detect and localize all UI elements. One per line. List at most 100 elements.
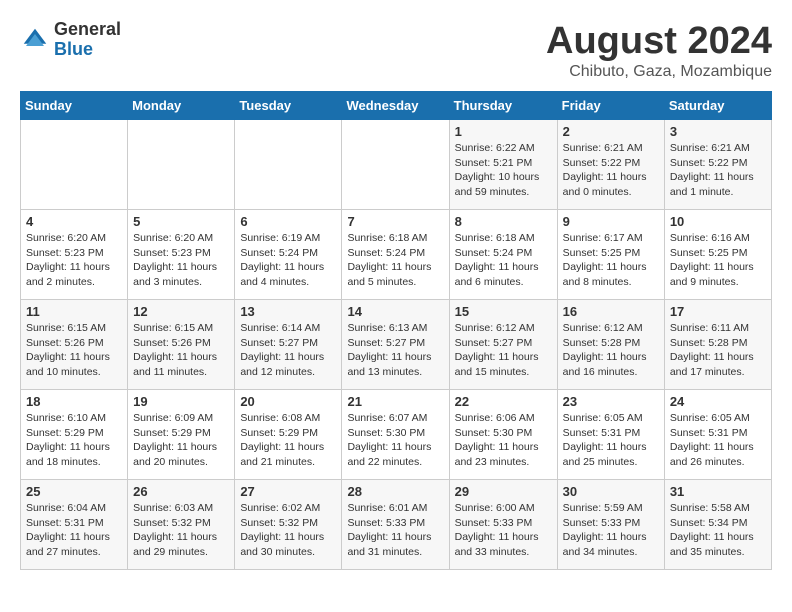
calendar-cell: 15 Sunrise: 6:12 AM Sunset: 5:27 PM Dayli…: [449, 300, 557, 390]
day-number: 15: [455, 304, 552, 319]
calendar-cell: 2Sunrise: 6:21 AM Sunset: 5:22 PM Daylig…: [557, 120, 664, 210]
day-number: 4: [26, 214, 122, 229]
calendar-cell: 9 Sunrise: 6:17 AM Sunset: 5:25 PM Daylig…: [557, 210, 664, 300]
day-detail: Sunrise: 6:22 AM Sunset: 5:21 PM Dayligh…: [455, 141, 552, 200]
calendar-cell: [235, 120, 342, 210]
day-detail: Sunrise: 6:13 AM Sunset: 5:27 PM Dayligh…: [347, 321, 443, 380]
header-saturday: Saturday: [664, 92, 771, 120]
day-number: 28: [347, 484, 443, 499]
week-row-5: 25Sunrise: 6:04 AM Sunset: 5:31 PM Dayli…: [21, 480, 772, 570]
day-number: 26: [133, 484, 229, 499]
day-detail: Sunrise: 6:21 AM Sunset: 5:22 PM Dayligh…: [563, 141, 659, 200]
day-detail: Sunrise: 6:15 AM Sunset: 5:26 PM Dayligh…: [133, 321, 229, 380]
day-detail: Sunrise: 6:18 AM Sunset: 5:24 PM Dayligh…: [347, 231, 443, 290]
day-detail: Sunrise: 6:15 AM Sunset: 5:26 PM Dayligh…: [26, 321, 122, 380]
day-detail: Sunrise: 6:00 AM Sunset: 5:33 PM Dayligh…: [455, 501, 552, 560]
calendar-cell: 13 Sunrise: 6:14 AM Sunset: 5:27 PM Dayli…: [235, 300, 342, 390]
day-detail: Sunrise: 6:12 AM Sunset: 5:28 PM Dayligh…: [563, 321, 659, 380]
calendar-cell: 28 Sunrise: 6:01 AM Sunset: 5:33 PM Dayli…: [342, 480, 449, 570]
calendar-cell: [128, 120, 235, 210]
calendar-cell: 31Sunrise: 5:58 AM Sunset: 5:34 PM Dayli…: [664, 480, 771, 570]
calendar-cell: 8Sunrise: 6:18 AM Sunset: 5:24 PM Daylig…: [449, 210, 557, 300]
calendar-cell: 27 Sunrise: 6:02 AM Sunset: 5:32 PM Dayli…: [235, 480, 342, 570]
day-number: 16: [563, 304, 659, 319]
calendar-cell: 16 Sunrise: 6:12 AM Sunset: 5:28 PM Dayli…: [557, 300, 664, 390]
calendar-cell: 5Sunrise: 6:20 AM Sunset: 5:23 PM Daylig…: [128, 210, 235, 300]
day-number: 22: [455, 394, 552, 409]
calendar-header-row: SundayMondayTuesdayWednesdayThursdayFrid…: [21, 92, 772, 120]
day-number: 20: [240, 394, 336, 409]
header-wednesday: Wednesday: [342, 92, 449, 120]
day-number: 11: [26, 304, 122, 319]
day-detail: Sunrise: 6:12 AM Sunset: 5:27 PM Dayligh…: [455, 321, 552, 380]
week-row-2: 4 Sunrise: 6:20 AM Sunset: 5:23 PM Daylig…: [21, 210, 772, 300]
day-detail: Sunrise: 6:10 AM Sunset: 5:29 PM Dayligh…: [26, 411, 122, 470]
calendar-cell: 14 Sunrise: 6:13 AM Sunset: 5:27 PM Dayli…: [342, 300, 449, 390]
main-title: August 2024: [546, 20, 772, 63]
calendar-cell: 18 Sunrise: 6:10 AM Sunset: 5:29 PM Dayli…: [21, 390, 128, 480]
calendar-cell: [342, 120, 449, 210]
title-block: August 2024 Chibuto, Gaza, Mozambique: [546, 20, 772, 81]
day-number: 31: [670, 484, 766, 499]
day-detail: Sunrise: 6:21 AM Sunset: 5:22 PM Dayligh…: [670, 141, 766, 200]
day-number: 1: [455, 124, 552, 139]
calendar-cell: 20Sunrise: 6:08 AM Sunset: 5:29 PM Dayli…: [235, 390, 342, 480]
day-number: 14: [347, 304, 443, 319]
day-number: 21: [347, 394, 443, 409]
day-number: 12: [133, 304, 229, 319]
day-number: 13: [240, 304, 336, 319]
calendar-cell: 26 Sunrise: 6:03 AM Sunset: 5:32 PM Dayli…: [128, 480, 235, 570]
day-detail: Sunrise: 6:20 AM Sunset: 5:23 PM Dayligh…: [26, 231, 122, 290]
day-number: 30: [563, 484, 659, 499]
day-number: 9: [563, 214, 659, 229]
week-row-4: 18 Sunrise: 6:10 AM Sunset: 5:29 PM Dayli…: [21, 390, 772, 480]
day-detail: Sunrise: 6:19 AM Sunset: 5:24 PM Dayligh…: [240, 231, 336, 290]
logo-line1: General: [54, 20, 121, 40]
day-number: 3: [670, 124, 766, 139]
day-detail: Sunrise: 6:11 AM Sunset: 5:28 PM Dayligh…: [670, 321, 766, 380]
calendar-cell: 4 Sunrise: 6:20 AM Sunset: 5:23 PM Daylig…: [21, 210, 128, 300]
day-number: 10: [670, 214, 766, 229]
header-monday: Monday: [128, 92, 235, 120]
day-detail: Sunrise: 6:18 AM Sunset: 5:24 PM Dayligh…: [455, 231, 552, 290]
header-tuesday: Tuesday: [235, 92, 342, 120]
week-row-3: 11 Sunrise: 6:15 AM Sunset: 5:26 PM Dayli…: [21, 300, 772, 390]
header-friday: Friday: [557, 92, 664, 120]
day-number: 24: [670, 394, 766, 409]
calendar-cell: [21, 120, 128, 210]
calendar-cell: 17 Sunrise: 6:11 AM Sunset: 5:28 PM Dayli…: [664, 300, 771, 390]
day-number: 7: [347, 214, 443, 229]
day-detail: Sunrise: 6:05 AM Sunset: 5:31 PM Dayligh…: [563, 411, 659, 470]
day-detail: Sunrise: 6:03 AM Sunset: 5:32 PM Dayligh…: [133, 501, 229, 560]
logo-line2: Blue: [54, 40, 121, 60]
day-detail: Sunrise: 6:14 AM Sunset: 5:27 PM Dayligh…: [240, 321, 336, 380]
day-detail: Sunrise: 6:09 AM Sunset: 5:29 PM Dayligh…: [133, 411, 229, 470]
calendar-cell: 21 Sunrise: 6:07 AM Sunset: 5:30 PM Dayli…: [342, 390, 449, 480]
day-detail: Sunrise: 6:01 AM Sunset: 5:33 PM Dayligh…: [347, 501, 443, 560]
calendar-cell: 11 Sunrise: 6:15 AM Sunset: 5:26 PM Dayli…: [21, 300, 128, 390]
day-detail: Sunrise: 6:05 AM Sunset: 5:31 PM Dayligh…: [670, 411, 766, 470]
day-number: 6: [240, 214, 336, 229]
day-number: 5: [133, 214, 229, 229]
calendar-cell: 29Sunrise: 6:00 AM Sunset: 5:33 PM Dayli…: [449, 480, 557, 570]
day-detail: Sunrise: 6:02 AM Sunset: 5:32 PM Dayligh…: [240, 501, 336, 560]
calendar-cell: 30Sunrise: 5:59 AM Sunset: 5:33 PM Dayli…: [557, 480, 664, 570]
header-sunday: Sunday: [21, 92, 128, 120]
logo: General Blue: [20, 20, 121, 60]
calendar-cell: 1 Sunrise: 6:22 AM Sunset: 5:21 PM Daylig…: [449, 120, 557, 210]
day-detail: Sunrise: 6:17 AM Sunset: 5:25 PM Dayligh…: [563, 231, 659, 290]
day-number: 27: [240, 484, 336, 499]
calendar-cell: 3 Sunrise: 6:21 AM Sunset: 5:22 PM Daylig…: [664, 120, 771, 210]
calendar-cell: 23 Sunrise: 6:05 AM Sunset: 5:31 PM Dayli…: [557, 390, 664, 480]
page-header: General Blue August 2024 Chibuto, Gaza, …: [20, 20, 772, 81]
day-number: 17: [670, 304, 766, 319]
day-detail: Sunrise: 6:07 AM Sunset: 5:30 PM Dayligh…: [347, 411, 443, 470]
day-detail: Sunrise: 6:04 AM Sunset: 5:31 PM Dayligh…: [26, 501, 122, 560]
day-detail: Sunrise: 6:16 AM Sunset: 5:25 PM Dayligh…: [670, 231, 766, 290]
calendar-cell: 6 Sunrise: 6:19 AM Sunset: 5:24 PM Daylig…: [235, 210, 342, 300]
calendar-table: SundayMondayTuesdayWednesdayThursdayFrid…: [20, 91, 772, 570]
logo-icon: [20, 25, 50, 55]
day-number: 18: [26, 394, 122, 409]
day-number: 23: [563, 394, 659, 409]
calendar-cell: 22Sunrise: 6:06 AM Sunset: 5:30 PM Dayli…: [449, 390, 557, 480]
